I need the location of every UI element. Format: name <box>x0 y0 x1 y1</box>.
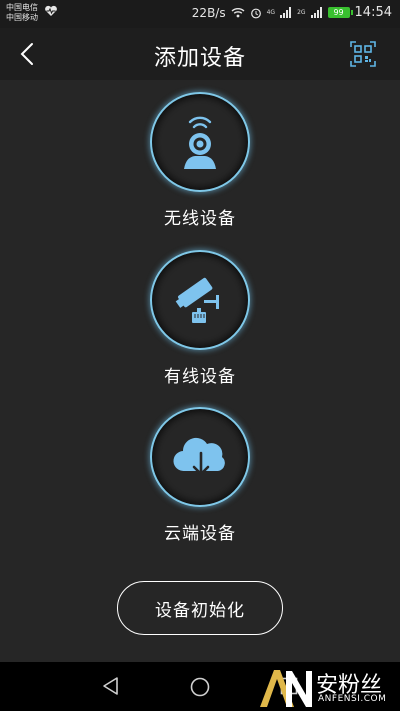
net-speed: 22B/s <box>191 5 226 20</box>
option-label: 云端设备 <box>164 524 236 544</box>
clock: 14:54 <box>354 5 392 20</box>
battery-level: 99 <box>333 8 344 17</box>
signal-icon-2 <box>310 7 322 18</box>
icon-ring <box>150 407 250 507</box>
carrier-info: 中国电信 中国移动 <box>6 3 38 23</box>
nav-back-icon[interactable] <box>101 676 121 696</box>
signal-icon <box>280 7 292 18</box>
status-indicators: 22B/s 4G 2G 99 14:54 <box>192 5 392 20</box>
alarm-icon <box>250 8 261 18</box>
option-cloud-device[interactable]: 云端设备 <box>0 407 400 557</box>
cloud-download-icon <box>173 437 225 476</box>
net-label-1: 4G <box>266 8 276 16</box>
anfensi-logo-icon <box>260 670 312 707</box>
option-wireless-device[interactable]: 无线设备 <box>0 92 400 242</box>
app-header: 添加设备 <box>0 28 400 80</box>
heart-rate-icon <box>45 5 57 16</box>
status-bar: 中国电信 中国移动 22B/s 4G 2G 99 14:54 <box>0 0 400 28</box>
carrier-2: 中国移动 <box>6 13 38 22</box>
option-label: 无线设备 <box>164 209 236 229</box>
icon-ring <box>150 250 250 350</box>
watermark-brand-en: ANFENSI.COM <box>318 694 387 704</box>
battery-icon: 99 <box>327 7 353 18</box>
wifi-icon <box>231 8 245 18</box>
watermark: 安粉丝 ANFENSI.COM <box>258 665 400 711</box>
carrier-1: 中国电信 <box>6 3 38 12</box>
qr-scan-icon[interactable] <box>350 41 376 67</box>
option-label: 有线设备 <box>164 367 236 387</box>
wireless-camera-icon <box>184 116 216 169</box>
page-title: 添加设备 <box>153 46 246 71</box>
option-wired-device[interactable]: 有线设备 <box>0 250 400 400</box>
net-label-2: 2G <box>297 8 306 16</box>
wired-camera-icon <box>175 277 219 323</box>
device-init-button[interactable]: 设备初始化 <box>117 581 283 635</box>
icon-ring <box>150 92 250 192</box>
device-init-label: 设备初始化 <box>155 600 245 621</box>
nav-home-icon[interactable] <box>189 676 211 698</box>
